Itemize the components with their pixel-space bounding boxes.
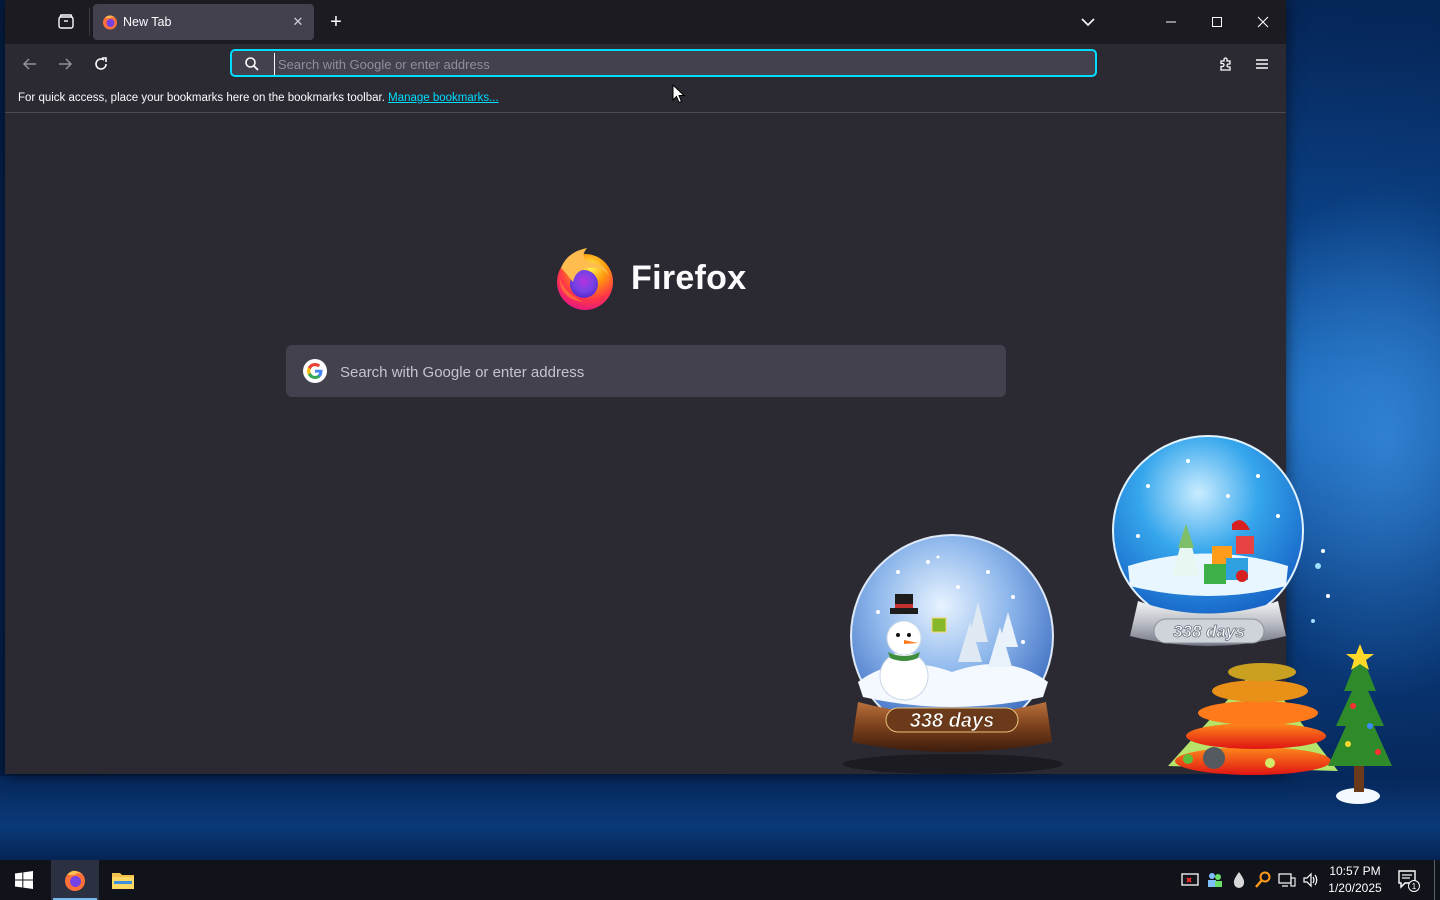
mouse-cursor-icon (672, 84, 686, 104)
tab-title: New Tab (123, 15, 172, 29)
system-clock[interactable]: 10:57 PM 1/20/2025 (1322, 863, 1388, 897)
plus-icon: + (330, 10, 342, 33)
hamburger-menu-icon (1256, 59, 1268, 69)
volume-icon (1303, 872, 1318, 888)
firefox-wordmark: Firefox (631, 259, 747, 297)
firefox-icon (65, 870, 85, 891)
minimize-icon (1166, 21, 1176, 23)
drop-icon (1233, 872, 1245, 888)
snowman-snowglobe-icon: 338 days (843, 534, 1063, 774)
start-button[interactable] (0, 860, 48, 900)
back-button[interactable] (16, 50, 44, 78)
taskbar-app-file-explorer[interactable] (99, 860, 147, 900)
extensions-button[interactable] (1212, 50, 1240, 78)
windows-logo-icon (15, 871, 33, 889)
taskbar: 10:57 PM 1/20/2025 1 (0, 860, 1440, 900)
security-tray-icon[interactable] (1181, 871, 1199, 889)
maximize-icon (1212, 17, 1222, 27)
notification-icon: 1 (1398, 870, 1420, 892)
gifts-snowglobe-icon: 338 days (1112, 435, 1392, 804)
close-tab-button[interactable]: ✕ (288, 12, 308, 32)
newtab-search-box[interactable] (286, 345, 1006, 397)
maximize-button[interactable] (1202, 8, 1232, 36)
bookmarks-empty-message: For quick access, place your bookmarks h… (18, 92, 499, 104)
drop-tray-icon[interactable] (1230, 871, 1248, 889)
christmas-countdown-gadget[interactable]: 338 days (1108, 426, 1408, 810)
notification-count: 1 (1412, 882, 1417, 891)
firefox-view-button[interactable] (53, 10, 79, 34)
firefox-view-icon (58, 14, 74, 29)
address-input[interactable] (274, 53, 1078, 75)
list-all-tabs-button[interactable] (1075, 10, 1101, 34)
application-menu-button[interactable] (1248, 50, 1276, 78)
network-people-icon (1208, 873, 1222, 887)
title-bar: New Tab ✕ + (5, 0, 1286, 44)
arrow-left-icon (22, 58, 36, 70)
tab-new-tab[interactable]: New Tab ✕ (93, 4, 314, 40)
security-icon (1181, 873, 1199, 886)
forward-button[interactable] (51, 50, 79, 78)
bookmarks-toolbar: For quick access, place your bookmarks h… (5, 84, 1286, 113)
network-icon (1278, 873, 1296, 887)
clock-date: 1/20/2025 (1328, 881, 1382, 895)
manage-bookmarks-link[interactable]: Manage bookmarks... (388, 92, 499, 104)
volume-tray-icon[interactable] (1302, 871, 1320, 889)
minimize-button[interactable] (1156, 8, 1186, 36)
tab-divider (89, 8, 90, 36)
snowglobe-days-label: 338 days (910, 710, 995, 732)
address-bar[interactable] (230, 49, 1097, 77)
show-desktop-button[interactable] (1434, 860, 1435, 900)
clock-time: 10:57 PM (1329, 864, 1381, 878)
search-tray-icon[interactable] (1254, 871, 1272, 889)
arrow-right-icon (59, 58, 73, 70)
bookmarks-message-text: For quick access, place your bookmarks h… (18, 92, 385, 104)
new-tab-page: Firefox (5, 113, 1286, 774)
network-tray-icon[interactable] (1278, 871, 1296, 889)
close-icon (1257, 16, 1269, 28)
action-center-button[interactable]: 1 (1396, 868, 1422, 892)
firefox-icon (103, 15, 117, 30)
search-key-icon (1255, 871, 1271, 888)
snowglobe-countdown-gadget[interactable]: 338 days (838, 532, 1078, 782)
christmas-days-label: 338 days (1173, 622, 1245, 641)
reload-icon (95, 57, 107, 70)
firefox-logo-icon (557, 248, 613, 310)
people-tray-icon[interactable] (1206, 871, 1224, 889)
search-icon (245, 57, 259, 71)
new-tab-button[interactable]: + (323, 10, 349, 34)
chevron-down-icon (1081, 18, 1095, 27)
reload-button[interactable] (87, 50, 115, 78)
folder-icon (112, 873, 134, 889)
close-icon: ✕ (292, 14, 304, 29)
firefox-window: New Tab ✕ + Search with Google or enter … (5, 0, 1286, 774)
close-window-button[interactable] (1248, 8, 1278, 36)
navigation-toolbar (5, 44, 1286, 84)
google-icon (303, 359, 327, 383)
newtab-search-input[interactable] (338, 358, 982, 386)
taskbar-app-firefox[interactable] (51, 860, 99, 900)
puzzle-icon (1220, 57, 1231, 71)
